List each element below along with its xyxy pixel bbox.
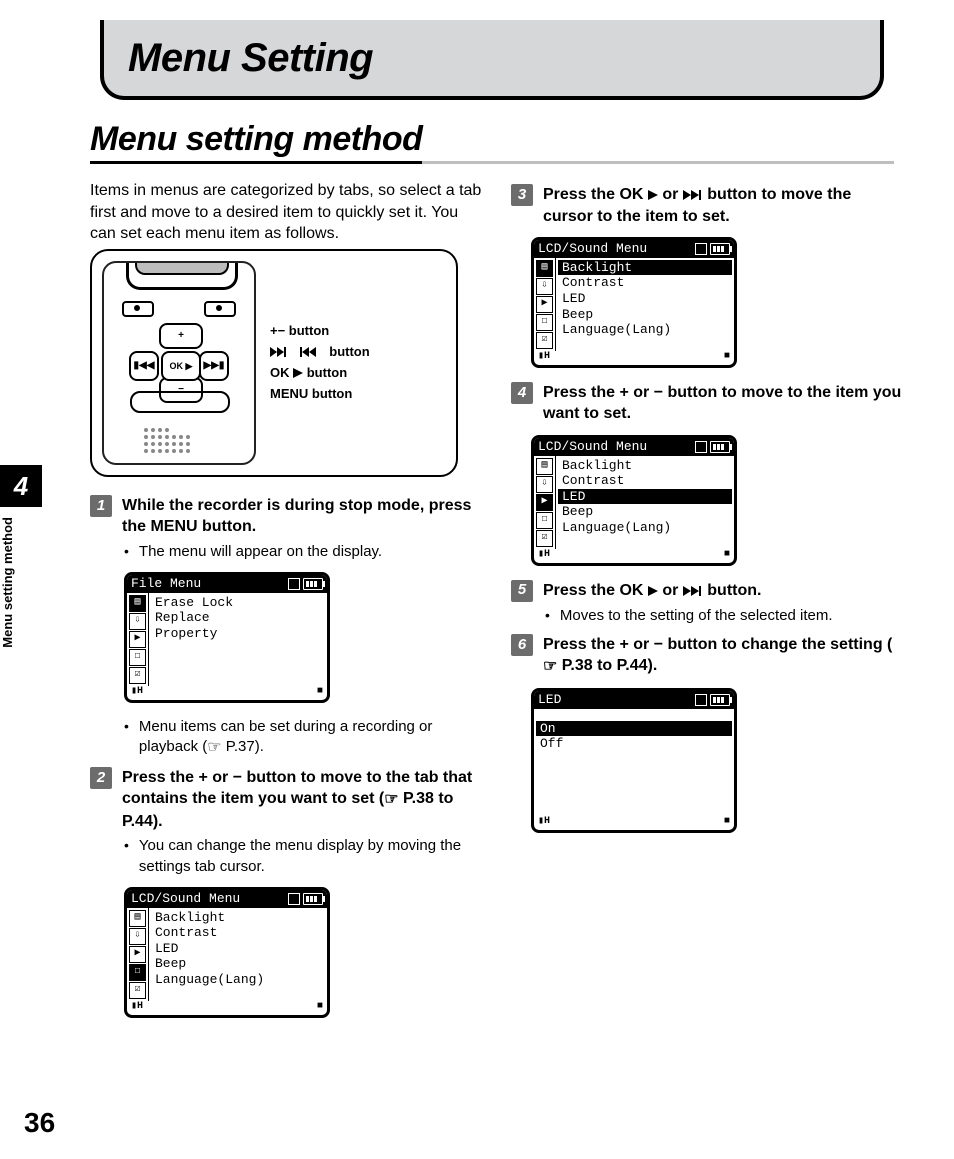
side-tab: 4 Menu setting method (0, 465, 42, 658)
ff-button: ▶▶▮ (199, 351, 229, 381)
device-diagram: + − ▮◀◀ ▶▶▮ OK ▶ +− button (90, 249, 458, 477)
step-3: 3 Press the OK or button to move the cur… (511, 184, 904, 227)
play-icon (648, 190, 658, 200)
rew-icon (300, 347, 326, 357)
step-text: While the recorder is during stop mode, … (122, 495, 483, 538)
section-heading: Menu setting method (90, 120, 894, 164)
rew-button: ▮◀◀ (129, 351, 159, 381)
step-text: Press the + or − button to change the se… (543, 634, 904, 678)
step-2: 2 Press the + or − button to move to the… (90, 767, 483, 833)
play-icon (293, 368, 303, 378)
step-text: Press the OK or button to move the curso… (543, 184, 904, 227)
chapter-title: Menu Setting (128, 36, 373, 81)
step-2-bullet-1: You can change the menu display by movin… (124, 836, 483, 877)
chapter-header: Menu Setting (100, 20, 884, 100)
plus-button: + (159, 323, 203, 349)
pointer-icon: ☞ (384, 789, 398, 811)
step-text: Press the + or − button to move to the i… (543, 382, 904, 425)
step-1-bullet-1: The menu will appear on the display. (124, 542, 483, 562)
lcd-led-setting: LEDOnOff ▮H■ (531, 688, 737, 833)
ff-icon (270, 347, 296, 357)
play-icon (648, 586, 658, 596)
step-number: 6 (511, 634, 533, 656)
step-5-bullet-1: Moves to the setting of the selected ite… (545, 606, 904, 626)
step-4: 4 Press the + or − button to move to the… (511, 382, 904, 425)
lcd-sound-menu-backlight: LCD/Sound Menu▤⇩▶☐☑BacklightContrastLEDB… (531, 237, 737, 368)
step-5: 5 Press the OK or button. (511, 580, 904, 602)
step-1: 1 While the recorder is during stop mode… (90, 495, 483, 538)
side-label: Menu setting method (0, 507, 15, 658)
intro-text: Items in menus are categorized by tabs, … (90, 180, 483, 245)
section-title: Menu setting method (90, 120, 422, 164)
step-number: 3 (511, 184, 533, 206)
lcd-sound-menu-led: LCD/Sound Menu▤⇩▶☐☑BacklightContrastLEDB… (531, 435, 737, 566)
step-text: Press the + or − button to move to the t… (122, 767, 483, 833)
lcd-sound-menu-beep: LCD/Sound Menu▤⇩▶☐☑BacklightContrastLEDB… (124, 887, 330, 1018)
lcd-file-menu: File Menu▤⇩▶☐☑Erase LockReplaceProperty … (124, 572, 330, 703)
device-button-legend: +− button button OK button MENU button (270, 321, 370, 404)
ok-button: OK ▶ (161, 351, 201, 381)
step-number: 1 (90, 495, 112, 517)
step-1-bullet-2: Menu items can be set during a recording… (124, 717, 483, 759)
step-6: 6 Press the + or − button to change the … (511, 634, 904, 678)
page-number: 36 (24, 1107, 55, 1139)
recorder-drawing: + − ▮◀◀ ▶▶▮ OK ▶ (102, 261, 256, 465)
step-number: 4 (511, 382, 533, 404)
ff-icon (683, 586, 703, 596)
menu-button (130, 391, 230, 413)
step-number: 2 (90, 767, 112, 789)
ff-icon (683, 190, 703, 200)
chapter-number: 4 (0, 465, 42, 507)
pointer-icon: ☞ (543, 656, 557, 678)
pointer-icon: ☞ (207, 737, 221, 759)
step-text: Press the OK or button. (543, 580, 904, 602)
step-number: 5 (511, 580, 533, 602)
